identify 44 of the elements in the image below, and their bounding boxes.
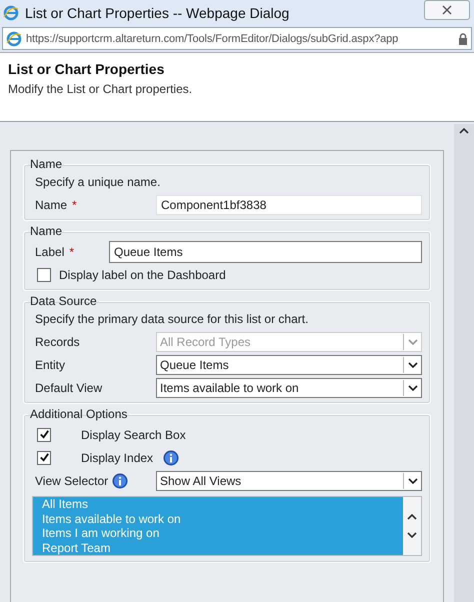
field-label: Records [35,334,80,348]
section-legend: Name [28,157,64,171]
chevron-down-icon [408,362,418,368]
text-field[interactable]: Component1bf3838 [156,194,422,214]
section-description: Specify the primary data source for this list or chart. [35,312,310,326]
field-label: Default View [35,380,102,394]
browser-icon [3,5,19,21]
scrollbar[interactable] [454,124,474,602]
chevron-down-icon [408,478,418,484]
dropdown[interactable]: Show All Views [156,470,422,490]
checkbox-label: Display Index [81,450,154,464]
close-button[interactable] [424,0,470,20]
required-mark: * [69,244,74,258]
checkbox[interactable] [37,450,51,464]
dialog-subtitle: Modify the List or Chart properties. [8,82,194,96]
dialog-title: List or Chart Properties [8,61,166,77]
checkbox-label: Display Search Box [81,428,186,442]
url-text: https://supportcrm.altareturn.com/Tools/FormEditor/Dialogs/subGrid.aspx?app [26,32,400,44]
section-legend: Data Source [28,294,99,308]
checkbox-label: Display label on the Dashboard [59,268,226,282]
field-label: View Selector [35,474,108,488]
window-title: List or Chart Properties -- Webpage Dialog [25,5,290,21]
dropdown[interactable]: Items available to work on [156,378,422,398]
info-icon[interactable] [163,450,180,466]
lock-icon [458,32,468,44]
checkbox[interactable] [37,268,51,282]
scroll-up-icon[interactable] [407,514,417,520]
chevron-down-icon [408,338,418,344]
info-icon[interactable] [112,472,128,488]
scroll-up-icon[interactable] [459,128,469,134]
scroll-down-icon[interactable] [407,532,417,538]
browser-icon [6,30,22,46]
section-description: Specify a unique name. [35,175,162,189]
field-label: Label [35,244,64,258]
section-legend: Name [28,224,64,238]
field-label: Name [35,198,68,212]
section-legend: Additional Options [28,407,130,421]
dropdown[interactable]: Queue Items [156,354,422,374]
checkbox[interactable] [37,428,51,442]
required-mark: * [72,198,77,212]
text-field[interactable]: Queue Items [109,240,422,262]
field-label: Entity [35,358,66,372]
close-icon [442,5,452,15]
chevron-down-icon [408,384,418,390]
